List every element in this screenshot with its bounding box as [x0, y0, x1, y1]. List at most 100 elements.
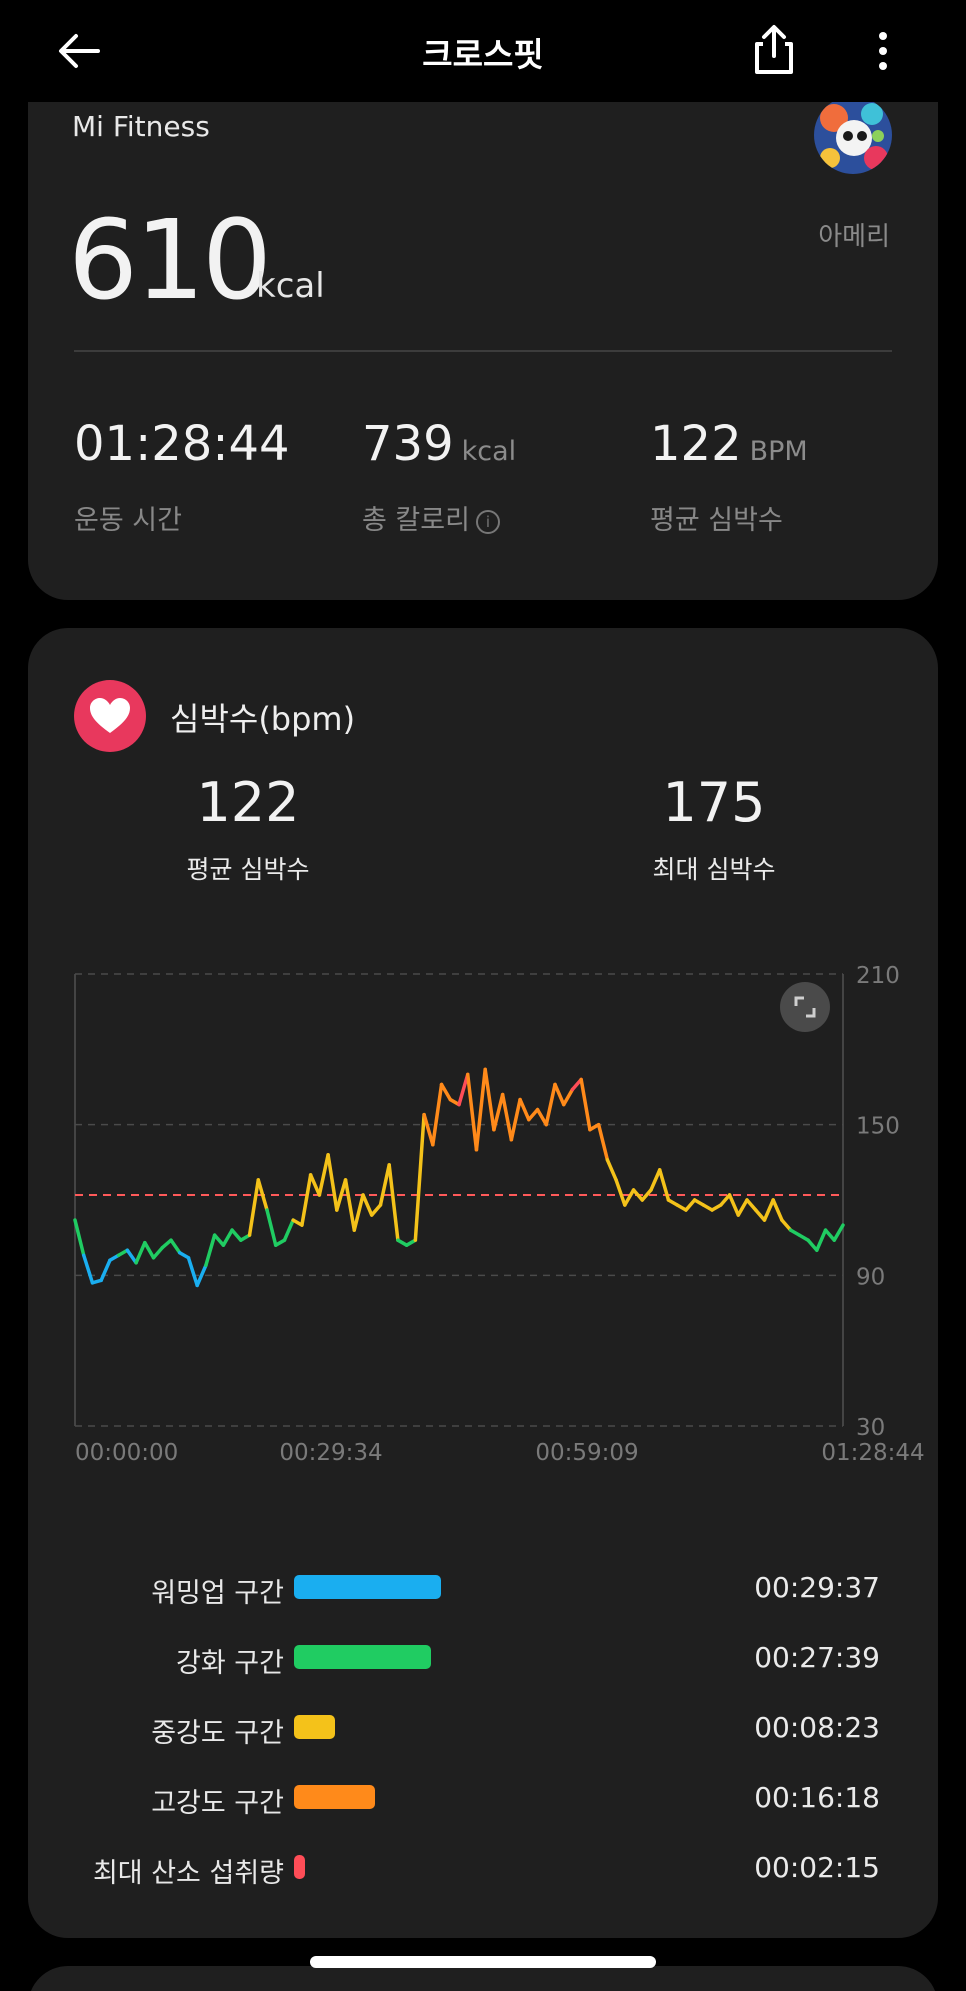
zone-bar	[294, 1645, 431, 1669]
heart-rate-line-segment	[579, 1077, 592, 1132]
zone-row: 강화 구간 00:27:39	[28, 1633, 938, 1683]
expand-icon	[794, 996, 816, 1018]
heart-rate-line-segment	[369, 1203, 383, 1217]
avatar-image	[814, 96, 892, 174]
heart-rate-line-segment	[125, 1248, 138, 1265]
heart-rate-line-segment	[806, 1238, 819, 1252]
heart-icon	[90, 698, 130, 733]
expand-chart-button[interactable]	[780, 982, 830, 1032]
heart-rate-line-segment	[326, 1153, 339, 1212]
heart-rate-line-segment	[134, 1240, 147, 1265]
heart-rate-line-segment	[823, 1228, 837, 1242]
heart-rate-line-segment	[422, 1112, 435, 1147]
avg-heart-rate-big: 122	[196, 771, 300, 834]
zone-bar	[294, 1575, 441, 1599]
x-tick-label: 01:28:44	[821, 1440, 924, 1466]
zone-time: 00:02:15	[754, 1851, 880, 1884]
zone-time: 00:08:23	[754, 1711, 880, 1744]
zone-label: 강화 구간	[176, 1648, 284, 1679]
heart-rate-line-segment	[73, 1218, 86, 1257]
heart-rate-line-segment	[378, 1163, 391, 1207]
heart-rate-line-segment	[727, 1193, 741, 1217]
heart-rate-line-segment	[518, 1097, 531, 1122]
zone-row: 워밍업 구간 00:29:37	[28, 1563, 938, 1613]
page-title: 크로스핏	[422, 35, 544, 74]
heart-rate-line-segment	[204, 1233, 217, 1268]
heart-rate-line-segment	[282, 1218, 295, 1242]
avg-heart-rate-unit: BPM	[749, 436, 808, 467]
top-app-bar: 크로스핏	[0, 0, 966, 102]
heart-rate-line-segment	[527, 1107, 540, 1122]
avg-heart-rate-value: 122 BPM	[650, 416, 808, 472]
calories-value: 610	[68, 196, 272, 324]
zone-time: 00:16:18	[754, 1781, 880, 1814]
zone-label: 고강도 구간	[151, 1788, 284, 1819]
heart-rate-line-segment	[605, 1158, 618, 1182]
total-calories-unit: kcal	[461, 436, 517, 467]
heart-rate-line-segment	[230, 1228, 243, 1242]
heart-rate-line-segment	[387, 1163, 400, 1242]
heart-rate-card: 심박수(bpm) 122 평균 심박수 175 최대 심박수 210 150 90 3…	[28, 628, 938, 1938]
heart-rate-line-segment	[509, 1097, 522, 1142]
zone-row: 고강도 구간 00:16:18	[28, 1773, 938, 1823]
heart-rate-line-segment	[719, 1193, 732, 1207]
zone-label: 중강도 구간	[151, 1718, 284, 1749]
heart-rate-line-segment	[186, 1256, 199, 1288]
heart-rate-line-segment	[736, 1198, 749, 1217]
zone-label: 최대 산소 섭취량	[92, 1858, 284, 1889]
workout-summary-card: Mi Fitness 610 kcal 아메리 01:28:44 운동 시간 7…	[28, 40, 938, 600]
heart-rate-line-segment	[815, 1228, 828, 1252]
zone-time: 00:29:37	[754, 1571, 880, 1604]
heart-rate-line-segment	[492, 1092, 505, 1132]
avg-heart-rate-label: 평균 심박수	[650, 505, 783, 536]
heart-rate-line-segment	[431, 1082, 444, 1147]
total-calories-label: 총 칼로리 i	[362, 498, 500, 537]
avatar[interactable]	[814, 96, 892, 174]
heart-rate-line-segment	[553, 1082, 566, 1107]
heart-rate-line-segment	[212, 1233, 226, 1247]
heart-rate-line-segment	[99, 1258, 112, 1283]
divider	[74, 350, 892, 352]
more-options-icon[interactable]	[868, 28, 898, 74]
heart-rate-line-segment	[81, 1253, 95, 1285]
app-name: Mi Fitness	[72, 110, 210, 143]
x-tick-label: 00:29:34	[279, 1440, 382, 1466]
x-tick-label: 00:00:00	[75, 1440, 178, 1466]
heart-badge	[74, 680, 146, 752]
heart-rate-line-segment	[265, 1208, 278, 1247]
heart-rate-line-segment	[343, 1178, 357, 1232]
info-icon[interactable]: i	[475, 509, 500, 534]
duration-label: 운동 시간	[74, 505, 182, 536]
home-indicator[interactable]	[310, 1956, 656, 1968]
heart-rate-line-segment	[457, 1072, 470, 1107]
zone-row: 최대 산소 섭취량 00:02:15	[28, 1843, 938, 1893]
heart-rate-line-segment	[143, 1240, 156, 1260]
heart-rate-line-segment	[247, 1178, 261, 1237]
heart-rate-line-segment	[151, 1245, 165, 1260]
heart-rate-line-segment	[753, 1208, 767, 1222]
heart-rate-line-segment	[762, 1198, 775, 1222]
heart-rate-line-segment	[300, 1173, 313, 1227]
share-icon[interactable]	[748, 22, 800, 78]
heart-rate-line-segment	[221, 1228, 234, 1247]
heart-rate-line-segment	[474, 1067, 487, 1152]
heart-rate-line-segment	[535, 1107, 549, 1127]
heart-rate-line-segment	[439, 1082, 453, 1102]
zone-time: 00:27:39	[754, 1641, 880, 1674]
zone-bar	[294, 1855, 305, 1879]
heart-rate-line-segment	[832, 1223, 845, 1242]
heart-rate-line-segment	[684, 1198, 697, 1212]
heart-rate-line-segment	[623, 1188, 636, 1207]
heart-rate-line-segment	[780, 1218, 793, 1232]
avg-heart-rate-big-label: 평균 심박수	[186, 855, 310, 884]
heart-rate-line-segment	[317, 1153, 330, 1197]
heart-rate-line-segment	[465, 1072, 479, 1152]
y-tick-label: 90	[856, 1264, 885, 1290]
heart-rate-line-segment	[413, 1112, 426, 1242]
zone-label: 워밍업 구간	[151, 1578, 284, 1609]
heart-rate-line-segment	[596, 1122, 610, 1162]
source-device-label: 아메리	[818, 222, 890, 252]
heart-rate-line-segment	[308, 1173, 322, 1197]
zone-row: 중강도 구간 00:08:23	[28, 1703, 938, 1753]
y-tick-label: 210	[856, 963, 900, 989]
